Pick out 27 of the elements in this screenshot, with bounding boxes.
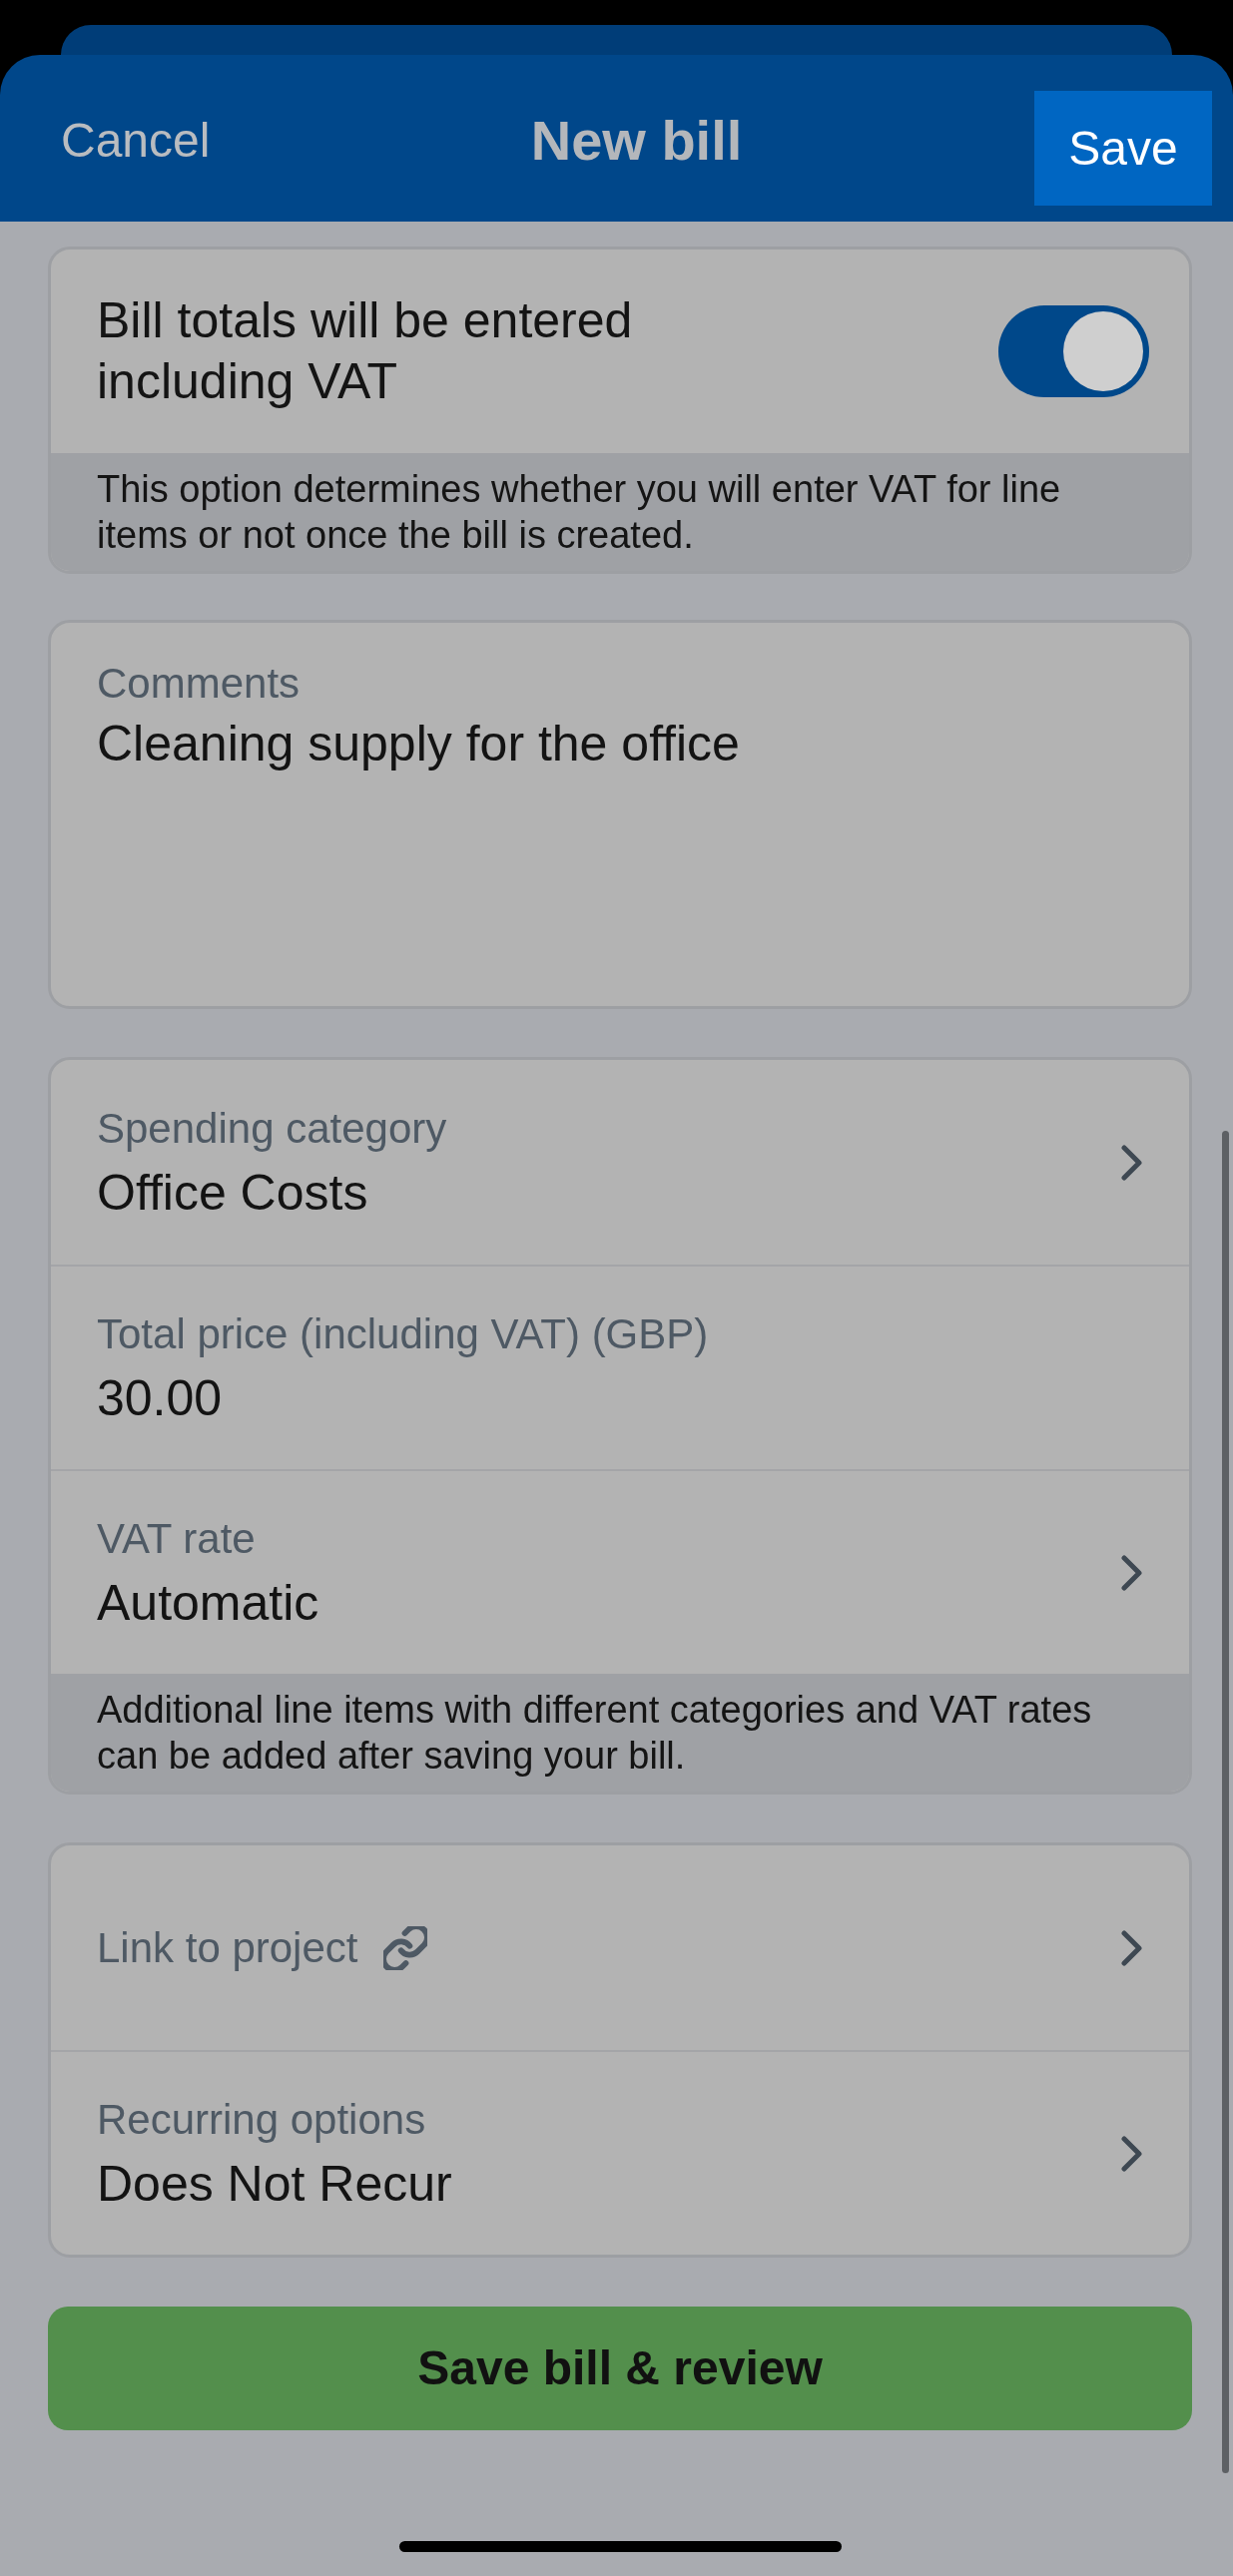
select-row[interactable]: Recurring options Does Not Recur <box>51 2050 1189 2255</box>
field-label: VAT rate <box>97 1513 257 1564</box>
chevron-right-icon <box>1121 1144 1143 1181</box>
field-value: Does Not Recur <box>97 2154 452 2214</box>
chain-link-icon <box>383 1925 428 1970</box>
setting-label: Bill totals will be entered including VAT <box>97 291 634 411</box>
save-review-button[interactable]: Save bill & review <box>48 2307 1192 2430</box>
info-note: This option determines whether you will enter VAT for line items or not once the bill is created. <box>51 453 1189 571</box>
comments-field[interactable]: Comments Cleaning supply for the office <box>48 620 1192 1009</box>
field-label: Recurring options <box>97 2094 427 2145</box>
field-value: 30.00 <box>97 1368 224 1428</box>
field-label: Spending category <box>97 1103 447 1154</box>
select-row[interactable]: Spending category Office Costs <box>51 1060 1189 1265</box>
save-button[interactable]: Save <box>1034 91 1212 206</box>
info-note: Additional line items with different categories and VAT rates can be added after saving your bill. <box>51 1674 1189 1792</box>
chevron-right-icon <box>1121 2135 1143 2172</box>
chevron-right-icon <box>1121 1554 1143 1591</box>
cancel-button[interactable]: Cancel <box>61 111 211 170</box>
field-label: Link to project <box>97 1922 358 1973</box>
field-label: Total price (including VAT) (GBP) <box>97 1308 709 1359</box>
field-value: Cleaning supply for the office <box>97 715 740 773</box>
field-value: Automatic <box>97 1573 319 1633</box>
input-field[interactable]: Total price (including VAT) (GBP) 30.00 <box>51 1265 1189 1469</box>
screen-title: New bill <box>530 107 743 174</box>
chevron-right-icon <box>1121 1929 1143 1966</box>
field-label: Comments <box>97 659 301 709</box>
field-value: Office Costs <box>97 1163 369 1223</box>
